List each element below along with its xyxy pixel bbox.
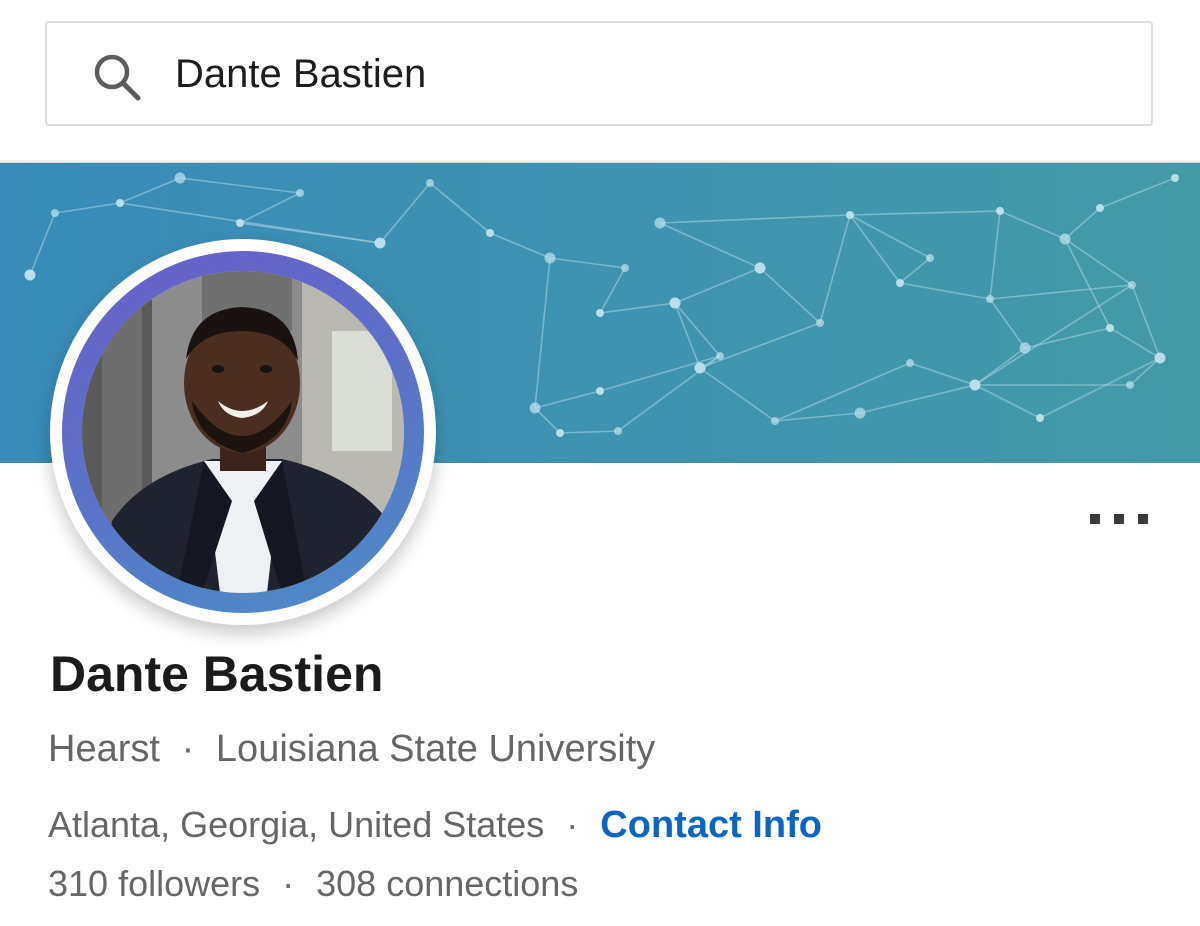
- profile-name: Dante Bastien: [50, 646, 384, 702]
- search-icon: [94, 54, 141, 101]
- more-options-button[interactable]: [1088, 512, 1150, 528]
- current-company[interactable]: Hearst: [48, 728, 160, 770]
- avatar-photo: [82, 271, 404, 593]
- separator-dot: ·: [181, 728, 195, 770]
- search-header: [0, 0, 1200, 160]
- contact-info-link[interactable]: Contact Info: [600, 804, 822, 846]
- education-school[interactable]: Louisiana State University: [216, 728, 655, 770]
- followers-count[interactable]: 310 followers: [48, 863, 260, 904]
- profile-location: Atlanta, Georgia, United States: [48, 804, 545, 845]
- network-stats: 310 followers · 308 connections: [48, 863, 578, 905]
- profile-headline: Hearst · Louisiana State University: [48, 728, 655, 771]
- separator-dot: ·: [566, 804, 579, 845]
- profile-card: Dante Bastien Hearst · Louisiana State Uni…: [0, 162, 1200, 926]
- location-line: Atlanta, Georgia, United States · Contact …: [48, 804, 822, 847]
- search-input[interactable]: [175, 43, 1075, 105]
- search-box[interactable]: [45, 21, 1153, 126]
- profile-avatar[interactable]: [50, 239, 436, 625]
- separator-dot: ·: [282, 863, 295, 904]
- connections-count[interactable]: 308 connections: [316, 863, 578, 904]
